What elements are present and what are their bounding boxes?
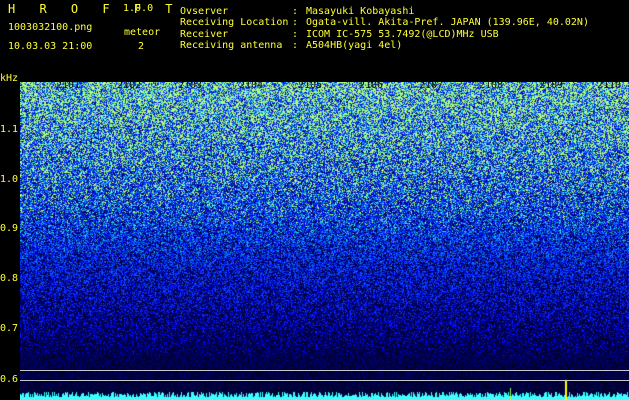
info-colon: : xyxy=(292,6,299,17)
y-axis-unit: kHz xyxy=(0,73,19,84)
version-label: 1.0.0 xyxy=(123,3,154,14)
y-tick-0-6: 0.6 xyxy=(0,374,19,385)
app-title: H R O F F T xyxy=(8,2,181,16)
x-tick-2107: 2107 xyxy=(419,80,444,91)
y-tick-0-9: 0.9 xyxy=(0,223,19,234)
y-tick-1-1: 1.1 xyxy=(0,124,19,135)
info-observer-label: Ovserver xyxy=(180,6,229,17)
x-tick-2104: 2104 xyxy=(239,80,264,91)
info-receiver-label: Receiver xyxy=(180,29,229,40)
info-location-label: Receiving Location xyxy=(180,17,289,28)
info-antenna-value: A504HB(yagi 4el) xyxy=(306,40,403,51)
y-tick-0-8: 0.8 xyxy=(0,273,19,284)
x-tick-2101: 2101 xyxy=(56,80,81,91)
x-tick-2106: 2106 xyxy=(359,80,384,91)
x-tick-2109: 2109 xyxy=(539,80,564,91)
meteor-label: meteor xyxy=(124,27,161,38)
hline-upper xyxy=(20,370,629,371)
info-colon: : xyxy=(292,40,299,51)
y-tick-0-7: 0.7 xyxy=(0,323,19,334)
info-antenna-label: Receiving antenna xyxy=(180,40,283,51)
spectrogram-canvas xyxy=(20,82,629,400)
x-tick-2105: 2105 xyxy=(298,80,323,91)
x-tick-2110: 2110 xyxy=(597,80,622,91)
info-colon: : xyxy=(292,17,299,28)
y-tick-1-0: 1.0 xyxy=(0,174,19,185)
info-receiver-value: ICOM IC-575 53.7492(@LCD)MHz USB xyxy=(306,29,499,40)
x-tick-2103: 2103 xyxy=(178,80,203,91)
info-colon: : xyxy=(292,29,299,40)
filename-label: 1003032100.png xyxy=(8,22,93,33)
meteor-count: 2 xyxy=(138,41,145,52)
datetime-label: 10.03.03 21:00 xyxy=(8,41,93,52)
info-observer-value: Masayuki Kobayashi xyxy=(306,6,415,17)
x-tick-2102: 2102 xyxy=(117,80,142,91)
x-tick-2108: 2108 xyxy=(479,80,504,91)
hline-lower xyxy=(20,380,629,381)
info-location-value: Ogata-vill. Akita-Pref. JAPAN (139.96E, … xyxy=(306,17,589,28)
